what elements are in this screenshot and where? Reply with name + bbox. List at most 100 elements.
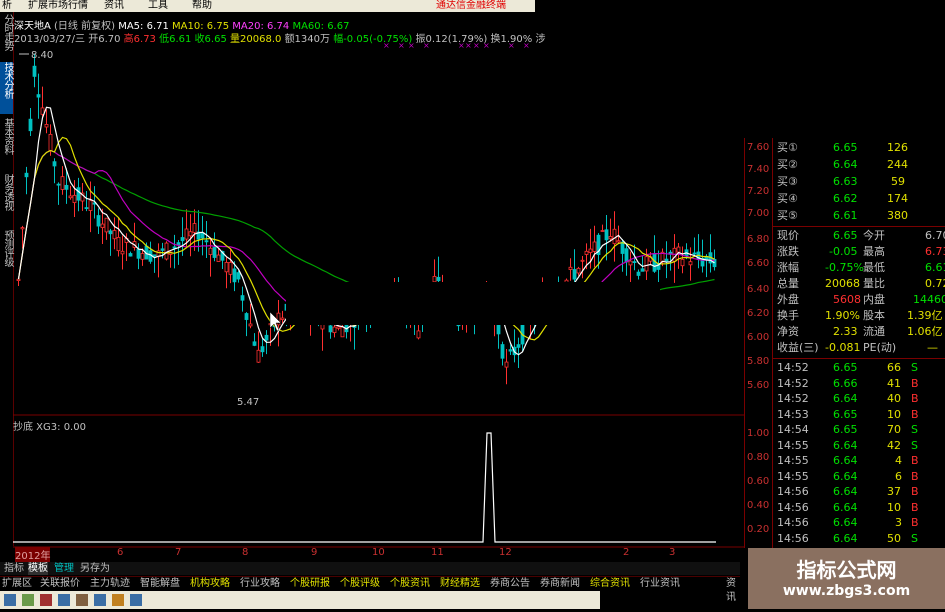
tick-cell: 6.65 (833, 423, 858, 436)
price-tick: 7.60 (747, 142, 770, 153)
candle-body (592, 241, 597, 252)
left-tab-strip: 分时走势 技术分析 基本资料 财务透视 预测评级 (0, 12, 14, 546)
tab-stock-rating[interactable]: 个股评级 (340, 577, 380, 591)
tool-icon (40, 594, 52, 606)
tab-broker-news[interactable]: 券商新闻 (540, 577, 580, 591)
candle-body (164, 242, 169, 260)
candle-body (500, 344, 505, 359)
tick-cell: 14:52 (777, 392, 809, 405)
tick-cell: 6.64 (833, 531, 858, 545)
price-tick: 5.60 (747, 380, 770, 391)
tick-cell: B (911, 500, 919, 514)
tab-financials[interactable]: 财务透视 (0, 174, 13, 226)
signal-marker: × (423, 41, 430, 50)
stat-value: 20068 (825, 277, 860, 290)
tick-cell: 14:55 (777, 438, 809, 452)
date-tick: 12 (499, 547, 512, 558)
tab-stock-research[interactable]: 个股研报 (290, 577, 330, 591)
candle-body (432, 276, 437, 283)
price-tick: 6.80 (747, 234, 770, 245)
candle-body (224, 261, 229, 273)
tab-extension[interactable]: 扩展区 (2, 577, 32, 591)
tick-cell: 6.66 (833, 376, 858, 390)
tab-fundamentals[interactable]: 基本资料 (0, 118, 13, 170)
price-tick: 5.80 (747, 356, 770, 367)
stat-value: 6.73 (925, 245, 945, 258)
stat-label: 净资 (777, 325, 799, 338)
date-tick: 11 (431, 547, 444, 558)
signal-marker: × (458, 41, 465, 50)
tab-main-force[interactable]: 主力轨迹 (90, 577, 130, 591)
watermark-title: 指标公式网 (796, 558, 897, 582)
tick-cell: 14:56 (777, 485, 809, 498)
icon-toolbar (0, 591, 600, 609)
tab-finance-picks[interactable]: 财经精选 (440, 577, 480, 591)
toolbar-save-as[interactable]: 另存为 (80, 562, 110, 575)
tab-smart-analysis[interactable]: 智能解盘 (140, 577, 180, 591)
tick-cell: B (911, 376, 919, 390)
tab-general-news[interactable]: 综合资讯 (590, 577, 630, 591)
tick-cell: B (911, 469, 919, 483)
candle-body (568, 266, 573, 270)
stat-label: 流通 (863, 325, 885, 338)
candle-body (436, 276, 441, 282)
indicator-tick: 0.40 (747, 500, 770, 511)
candle-body (160, 248, 165, 251)
candle-body (676, 246, 681, 253)
candle-body (508, 349, 513, 352)
menu-item-help[interactable]: 帮助 (192, 0, 212, 12)
tick-cell: B (911, 392, 919, 405)
candle-body (28, 118, 33, 132)
candle-body (20, 227, 25, 230)
tab-forecast[interactable]: 预测评级 (0, 230, 13, 282)
candle-body (52, 161, 57, 167)
candle-body (688, 261, 693, 266)
toolbar-icons[interactable] (0, 591, 600, 609)
tab-intraday[interactable]: 分时走势 (0, 14, 13, 60)
tab-technical-analysis[interactable]: 技术分析 (0, 62, 13, 114)
tab-related-quotes[interactable]: 关联报价 (40, 577, 80, 591)
stat-value: 2.33 (833, 325, 858, 338)
bid-volume: 174 (887, 192, 908, 205)
candle-body (88, 200, 93, 211)
price-tick: 7.40 (747, 164, 770, 175)
toolbar-manage[interactable]: 管理 (54, 562, 74, 575)
tick-cell: B (911, 485, 919, 498)
tick-cell: 6.65 (833, 361, 858, 374)
tab-industry[interactable]: 行业攻略 (240, 577, 280, 591)
menu-item-news[interactable]: 资讯 (104, 0, 124, 12)
tick-cell: 50 (887, 531, 901, 545)
toolbar-indicator[interactable]: 指标 (4, 562, 24, 575)
tab-institution[interactable]: 机构攻略 (190, 577, 230, 591)
tab-broker-notice[interactable]: 券商公告 (490, 577, 530, 591)
candle-body (84, 207, 89, 209)
toolbar-template[interactable]: 模板 (28, 562, 48, 575)
tick-cell: 14:53 (777, 407, 809, 421)
menu-item-extended-market[interactable]: 扩展市场行情 (28, 0, 88, 12)
menu-item-tools[interactable]: 工具 (148, 0, 168, 12)
price-tick: 6.00 (747, 332, 770, 343)
candle-body (68, 195, 73, 199)
tick-cell: B (911, 407, 919, 421)
tick-cell: 14:54 (777, 423, 809, 436)
candle-body (236, 272, 241, 280)
tick-cell: 6.64 (833, 469, 858, 483)
candle-body (140, 253, 145, 260)
signal-marker: × (465, 41, 472, 50)
price-axis: 7.60 7.40 7.20 7.00 6.80 6.60 6.40 6.20 … (744, 138, 773, 548)
low-marker-label: 5.47 (237, 397, 259, 408)
candle-body (212, 247, 217, 258)
tick-cell: 37 (887, 485, 901, 498)
candle-body (48, 133, 53, 151)
tab-industry-news[interactable]: 行业资讯 (640, 577, 680, 591)
menu-item[interactable]: 析 (2, 0, 12, 12)
tick-cell: 6.64 (833, 392, 858, 405)
stat-label: 股本 (863, 309, 885, 322)
tab-news[interactable]: 资讯 (726, 577, 740, 605)
tab-stock-news[interactable]: 个股资讯 (390, 577, 430, 591)
candle-body (192, 223, 197, 233)
candle-body (24, 172, 29, 178)
promo-link[interactable]: 通达信金融终端 (436, 0, 506, 12)
indicator-label: 抄底 XG3: 0.00 (13, 422, 86, 433)
candle-body (204, 240, 209, 243)
